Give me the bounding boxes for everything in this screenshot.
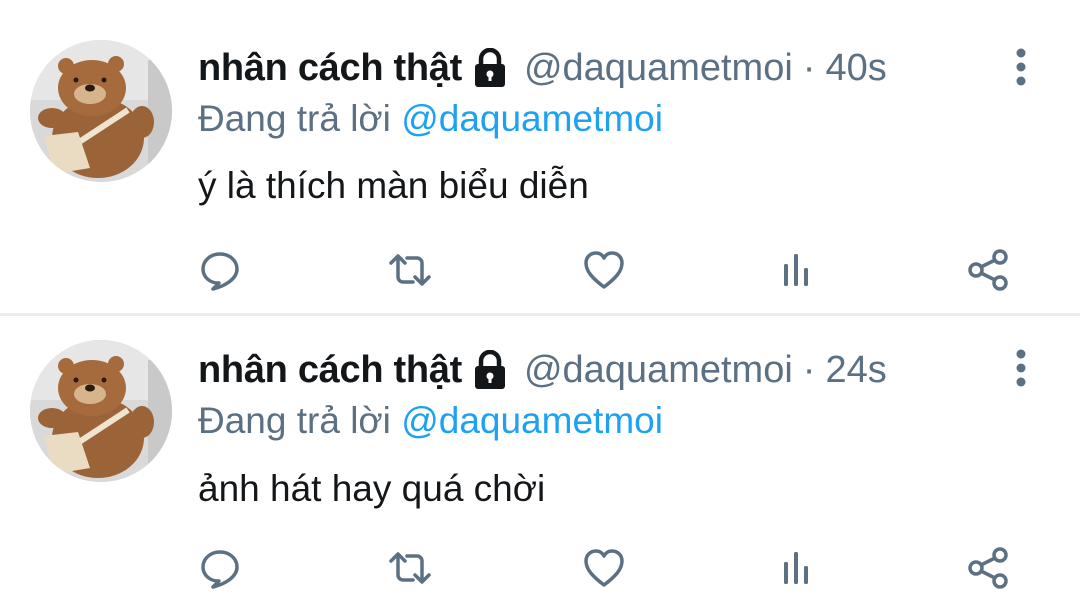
bear-avatar-image (30, 40, 172, 182)
action-bar (0, 538, 1080, 598)
lock-icon (472, 47, 508, 88)
avatar[interactable] (30, 40, 172, 182)
more-icon[interactable] (1004, 344, 1038, 392)
bear-avatar-image (30, 340, 172, 482)
tweet-header: nhân cách thật @daquametmoi · 40s (198, 40, 887, 96)
reply-icon[interactable] (195, 543, 245, 593)
tweet-text: ảnh hát hay quá chời (198, 468, 546, 509)
share-icon[interactable] (963, 245, 1013, 295)
action-bar (0, 240, 1080, 300)
replying-to: Đang trả lời @daquametmoi (198, 400, 663, 442)
stats-icon[interactable] (771, 543, 821, 593)
timestamp[interactable]: 40s (825, 47, 886, 90)
author-name[interactable]: nhân cách thật (198, 47, 462, 90)
avatar[interactable] (30, 340, 172, 482)
reply-mention-link[interactable]: @daquametmoi (401, 98, 663, 139)
lock-icon (472, 349, 508, 390)
reply-prefix: Đang trả lời (198, 400, 391, 441)
tweet-text: ý là thích màn biểu diễn (198, 165, 589, 206)
reply-mention-link[interactable]: @daquametmoi (401, 400, 663, 441)
like-icon[interactable] (579, 543, 629, 593)
tweet-header: nhân cách thật @daquametmoi · 24s (198, 342, 887, 398)
more-icon[interactable] (1004, 43, 1038, 91)
reply-icon[interactable] (195, 245, 245, 295)
replying-to: Đang trả lời @daquametmoi (198, 98, 663, 140)
separator-dot: · (802, 46, 816, 89)
author-name[interactable]: nhân cách thật (198, 349, 462, 392)
stats-icon[interactable] (771, 245, 821, 295)
tweet[interactable]: nhân cách thật @daquametmoi · 40s Đang t… (0, 0, 1080, 313)
retweet-icon[interactable] (385, 245, 435, 295)
reply-prefix: Đang trả lời (198, 98, 391, 139)
separator-dot: · (802, 348, 816, 391)
like-icon[interactable] (579, 245, 629, 295)
author-handle[interactable]: @daquametmoi (524, 47, 793, 90)
author-handle[interactable]: @daquametmoi (524, 349, 793, 392)
timestamp[interactable]: 24s (825, 349, 886, 392)
retweet-icon[interactable] (385, 543, 435, 593)
tweet[interactable]: nhân cách thật @daquametmoi · 24s Đang t… (0, 316, 1080, 607)
share-icon[interactable] (963, 543, 1013, 593)
